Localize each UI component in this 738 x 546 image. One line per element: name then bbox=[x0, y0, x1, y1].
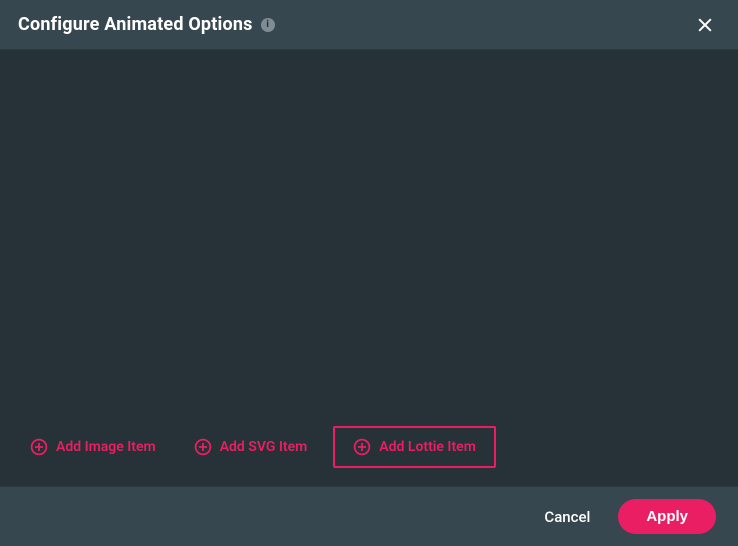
dialog-footer: Cancel Apply bbox=[0, 486, 738, 546]
dialog-header: Configure Animated Options i bbox=[0, 0, 738, 50]
dialog-title: Configure Animated Options bbox=[18, 14, 253, 35]
add-lottie-item-label: Add Lottie Item bbox=[379, 439, 476, 455]
add-lottie-item-button[interactable]: Add Lottie Item bbox=[333, 426, 496, 468]
add-svg-item-button[interactable]: Add SVG Item bbox=[182, 430, 320, 464]
add-svg-item-label: Add SVG Item bbox=[220, 439, 308, 455]
close-button[interactable] bbox=[690, 10, 720, 40]
configure-animated-options-dialog: Configure Animated Options i Add Image I… bbox=[0, 0, 738, 546]
dialog-body: Add Image Item Add SVG Item bbox=[0, 50, 738, 486]
close-icon bbox=[695, 15, 715, 35]
add-image-item-label: Add Image Item bbox=[56, 439, 156, 455]
plus-circle-icon bbox=[353, 438, 371, 456]
cancel-button[interactable]: Cancel bbox=[534, 500, 600, 534]
add-image-item-button[interactable]: Add Image Item bbox=[18, 430, 168, 464]
plus-circle-icon bbox=[30, 438, 48, 456]
plus-circle-icon bbox=[194, 438, 212, 456]
info-icon[interactable]: i bbox=[261, 18, 275, 32]
apply-button[interactable]: Apply bbox=[618, 499, 716, 534]
add-item-row: Add Image Item Add SVG Item bbox=[18, 426, 496, 468]
